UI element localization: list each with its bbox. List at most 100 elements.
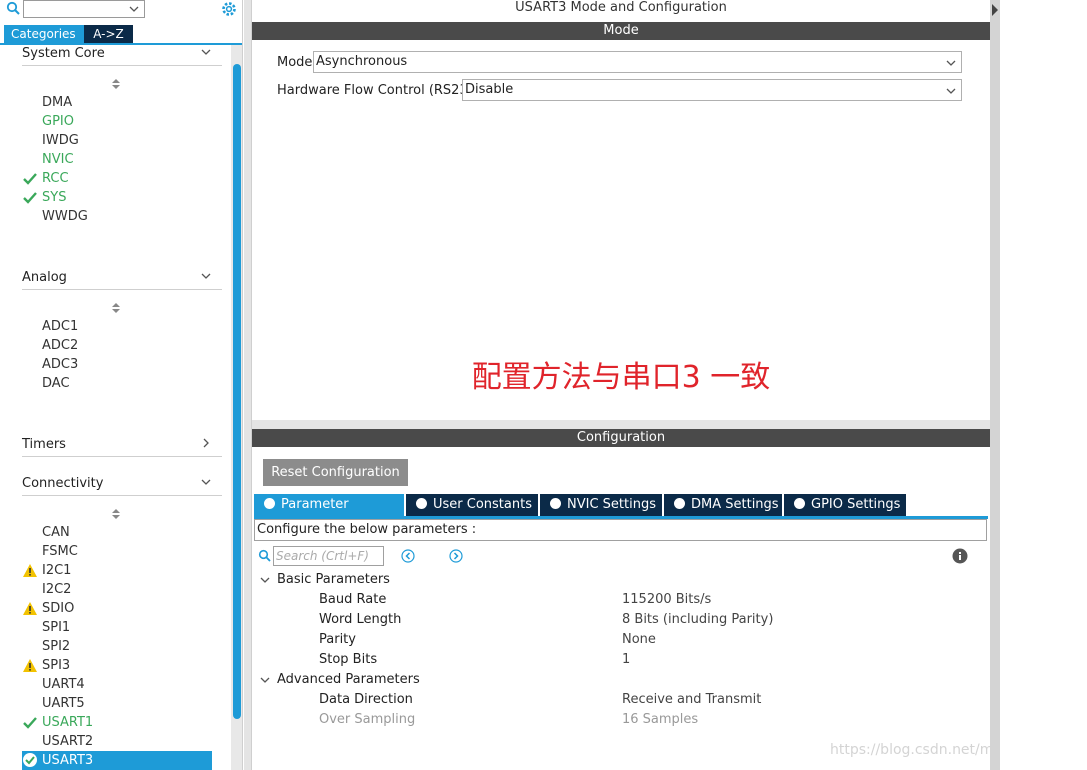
sidebar-item-spi1[interactable]: SPI1 (42, 618, 70, 637)
sidebar-item-i2c1[interactable]: I2C1 (42, 561, 71, 580)
tab-a-to-z[interactable]: A->Z (84, 25, 133, 43)
warning-icon (22, 658, 38, 674)
param-over-sampling-value: 16 Samples (622, 712, 699, 727)
warning-icon (22, 563, 38, 579)
tab-label: GPIO Settings (811, 497, 901, 512)
tab-label: DMA Settings (691, 497, 779, 512)
sidebar-item-i2c2[interactable]: I2C2 (42, 580, 71, 599)
search-icon[interactable] (6, 1, 22, 17)
param-stop-bits[interactable]: Stop Bits (319, 650, 377, 670)
sidebar-item-adc3[interactable]: ADC3 (42, 355, 78, 374)
param-data-direction[interactable]: Data Direction (319, 690, 413, 710)
section-label: System Core (22, 46, 105, 61)
sidebar-item-can[interactable]: CAN (42, 523, 70, 542)
tab-categories[interactable]: Categories (4, 25, 84, 43)
flow-control-select-value: Disable (465, 82, 514, 97)
sidebar-item-rcc[interactable]: RCC (42, 169, 69, 188)
sidebar-item-fsmc[interactable]: FSMC (42, 542, 78, 561)
info-icon[interactable] (952, 548, 968, 564)
check-circle-icon (550, 498, 561, 509)
right-panel-edge[interactable] (990, 0, 1000, 770)
sort-icon[interactable] (111, 302, 121, 314)
chevron-right-icon (200, 437, 212, 453)
chevron-down-icon[interactable] (259, 574, 271, 586)
section-analog[interactable]: Analog (22, 268, 222, 290)
checkmark-icon (22, 190, 38, 206)
param-word-length-value[interactable]: 8 Bits (including Parity) (622, 610, 773, 630)
mode-label: Mode (277, 55, 313, 70)
param-baud-rate[interactable]: Baud Rate (319, 590, 386, 610)
tab-parameter-settings[interactable]: Parameter Settings (254, 494, 404, 534)
param-parity-value[interactable]: None (622, 630, 656, 650)
advanced-parameters-group[interactable]: Advanced Parameters (277, 670, 420, 690)
next-icon[interactable] (449, 549, 463, 563)
gear-icon[interactable] (220, 0, 238, 18)
tab-dma-settings[interactable]: DMA Settings (664, 494, 782, 516)
ip-sidebar: Categories A->Z System Core DMA GPIO IWD… (0, 0, 243, 770)
sidebar-item-usart3[interactable]: USART3 (42, 751, 93, 770)
checkmark-icon (22, 171, 38, 187)
section-label: Analog (22, 270, 67, 285)
annotation-note: 配置方法与串口3 一致 (471, 360, 771, 395)
param-stop-bits-value[interactable]: 1 (622, 650, 630, 670)
mode-header: Mode (252, 22, 990, 40)
search-icon (258, 549, 272, 563)
section-timers[interactable]: Timers (22, 435, 222, 457)
sidebar-item-iwdg[interactable]: IWDG (42, 131, 79, 150)
sidebar-item-usart1[interactable]: USART1 (42, 713, 93, 732)
param-over-sampling: Over Sampling (319, 712, 416, 727)
sidebar-item-spi2[interactable]: SPI2 (42, 637, 70, 656)
previous-icon[interactable] (401, 549, 415, 563)
check-circle-icon (264, 498, 275, 509)
param-word-length[interactable]: Word Length (319, 610, 401, 630)
sidebar-item-sys[interactable]: SYS (42, 188, 66, 207)
page-title: USART3 Mode and Configuration (515, 0, 727, 15)
flow-control-label: Hardware Flow Control (RS232) (277, 83, 482, 98)
sidebar-item-uart5[interactable]: UART5 (42, 694, 85, 713)
sidebar-item-sdio[interactable]: SDIO (42, 599, 74, 618)
config-tabs: Parameter Settings User Constants NVIC S… (254, 494, 908, 534)
sidebar-item-nvic[interactable]: NVIC (42, 150, 74, 169)
sidebar-item-spi3[interactable]: SPI3 (42, 656, 70, 675)
chevron-down-icon (200, 46, 212, 62)
parameter-search-input[interactable]: Search (Crtl+F) (273, 546, 384, 566)
check-circle-icon (794, 498, 805, 509)
sidebar-item-gpio[interactable]: GPIO (42, 112, 74, 131)
sidebar-item-wwdg[interactable]: WWDG (42, 207, 88, 226)
configuration-header: Configuration (252, 429, 990, 447)
section-gap (252, 420, 990, 429)
collapse-arrow-icon[interactable] (990, 0, 1000, 24)
section-system-core[interactable]: System Core (22, 44, 222, 66)
sidebar-item-uart4[interactable]: UART4 (42, 675, 85, 694)
sidebar-item-usart2[interactable]: USART2 (42, 732, 93, 751)
checkmark-icon (22, 715, 38, 731)
param-baud-rate-value[interactable]: 115200 Bits/s (622, 590, 711, 610)
reset-configuration-button[interactable]: Reset Configuration (263, 459, 408, 486)
param-parity[interactable]: Parity (319, 630, 356, 650)
param-data-direction-value[interactable]: Receive and Transmit (622, 690, 761, 710)
sidebar-search-combobox[interactable] (23, 0, 145, 18)
tab-nvic-settings[interactable]: NVIC Settings (540, 494, 662, 516)
chevron-down-icon (200, 270, 212, 286)
section-connectivity[interactable]: Connectivity (22, 474, 222, 496)
flow-control-select[interactable]: Disable (462, 79, 962, 101)
chevron-down-icon[interactable] (259, 674, 271, 686)
tab-gpio-settings[interactable]: GPIO Settings (784, 494, 906, 516)
panel-splitter[interactable] (244, 0, 252, 770)
sidebar-item-dac[interactable]: DAC (42, 374, 70, 393)
sort-icon[interactable] (111, 508, 121, 520)
tab-user-constants[interactable]: User Constants (406, 494, 538, 516)
check-circle-icon (416, 498, 427, 509)
tab-label: NVIC Settings (567, 497, 656, 512)
right-blank-area (1000, 0, 1087, 770)
sidebar-item-adc1[interactable]: ADC1 (42, 317, 78, 336)
sidebar-item-dma[interactable]: DMA (42, 93, 72, 112)
sidebar-item-adc2[interactable]: ADC2 (42, 336, 78, 355)
sidebar-scrollbar-thumb[interactable] (233, 64, 241, 719)
configure-hint: Configure the below parameters : (254, 519, 987, 541)
section-label: Timers (22, 437, 66, 452)
sort-icon[interactable] (111, 78, 121, 90)
mode-select[interactable]: Asynchronous (313, 51, 962, 73)
basic-parameters-group[interactable]: Basic Parameters (277, 570, 390, 590)
check-circle-icon (674, 498, 685, 509)
